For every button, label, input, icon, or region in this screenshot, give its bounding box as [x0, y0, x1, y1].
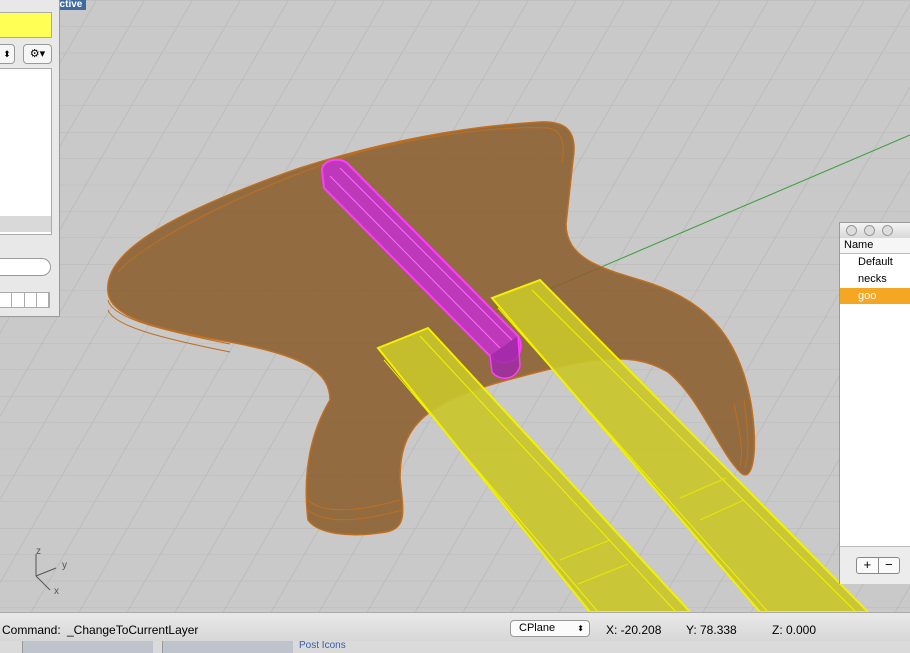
axis-x-label: x	[54, 586, 59, 597]
z-coordinate: Z: 0.000	[772, 623, 817, 637]
background-window[interactable]	[162, 641, 293, 653]
layers-footer: + −	[840, 546, 910, 584]
layer-row-default[interactable]: Default	[840, 254, 910, 270]
layer-buttons: + −	[856, 557, 900, 574]
layers-panel: Name Default necks goo + −	[839, 222, 910, 584]
axis-z-label: z	[36, 546, 41, 557]
bottom-window-strip: Post Icons	[0, 641, 910, 653]
x-coordinate: X: -20.208	[606, 623, 662, 637]
layers-list[interactable]: Default necks goo	[840, 254, 910, 546]
command-line[interactable]: _ChangeToCurrentLayer	[67, 623, 198, 637]
properties-panel: ⬍ ⚙▾	[0, 0, 60, 317]
zoom-window-icon[interactable]	[882, 225, 893, 236]
remove-layer-button[interactable]: −	[879, 558, 900, 573]
gear-icon[interactable]: ⚙▾	[23, 44, 52, 64]
background-window[interactable]	[22, 641, 153, 653]
minimize-window-icon[interactable]	[864, 225, 875, 236]
list-item[interactable]	[0, 216, 51, 232]
layer-row-goo[interactable]: goo	[840, 288, 910, 304]
cell-strip[interactable]	[0, 292, 50, 308]
layers-titlebar[interactable]	[840, 223, 910, 238]
object-list[interactable]	[0, 68, 52, 235]
post-icons-link[interactable]: Post Icons	[299, 641, 346, 651]
y-coordinate: Y: 78.338	[686, 623, 737, 637]
layers-column-header[interactable]: Name	[840, 238, 910, 254]
axis-indicator: z y x	[28, 546, 74, 598]
add-layer-button[interactable]: +	[857, 558, 879, 573]
cplane-select[interactable]: CPlane ⬍	[510, 620, 590, 637]
close-window-icon[interactable]	[846, 225, 857, 236]
stepper-arrows-icon[interactable]: ⬍	[0, 44, 15, 64]
layer-row-necks[interactable]: necks	[840, 271, 910, 287]
status-bar: Command: _ChangeToCurrentLayer CPlane ⬍ …	[0, 612, 910, 642]
stepper-arrows-icon: ⬍	[577, 624, 584, 633]
layer-color-swatch[interactable]	[0, 12, 52, 38]
command-label: Command:	[2, 623, 61, 637]
axis-y-label: y	[62, 560, 67, 571]
3d-scene[interactable]	[0, 0, 910, 612]
perspective-viewport[interactable]: ective	[0, 0, 910, 612]
search-input[interactable]	[0, 258, 51, 276]
